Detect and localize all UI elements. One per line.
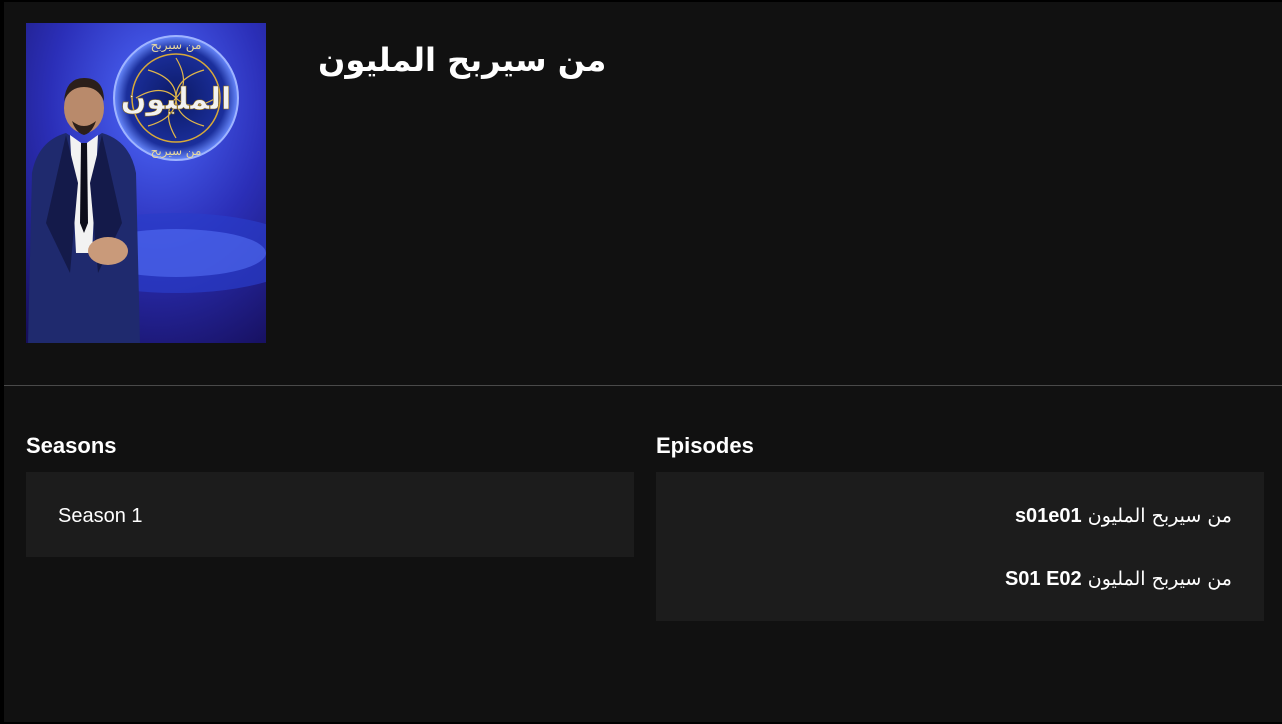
- episode-title: من سيربح المليون: [1087, 505, 1232, 527]
- episode-title: من سيربح المليون: [1087, 568, 1232, 590]
- episodes-list: من سيربح المليون s01e01 من سيربح المليون…: [656, 472, 1264, 621]
- episode-item-1[interactable]: من سيربح المليون s01e01: [1015, 503, 1232, 529]
- poster-image: المليون من سيربح من سيربح: [26, 23, 266, 343]
- show-poster[interactable]: المليون من سيربح من سيربح: [26, 23, 266, 343]
- poster-logo-bottom-text: من سيربح: [151, 144, 202, 159]
- app-window: المليون من سيربح من سيربح من سيربح الملي…: [4, 2, 1282, 722]
- poster-logo-text: المليون: [121, 82, 232, 117]
- section-divider: [4, 385, 1282, 386]
- seasons-list: Season 1: [26, 472, 634, 557]
- episode-item-2[interactable]: من سيربح المليون S01 E02: [1005, 566, 1232, 592]
- seasons-heading: Seasons: [26, 433, 117, 458]
- episodes-heading: Episodes: [656, 433, 754, 458]
- show-title: من سيربح المليون: [318, 41, 607, 79]
- episode-code: S01 E02: [1004, 568, 1082, 590]
- poster-logo-top-text: من سيربح: [151, 38, 202, 53]
- season-item-1[interactable]: Season 1: [58, 503, 143, 529]
- episode-code: s01e01: [1014, 505, 1082, 527]
